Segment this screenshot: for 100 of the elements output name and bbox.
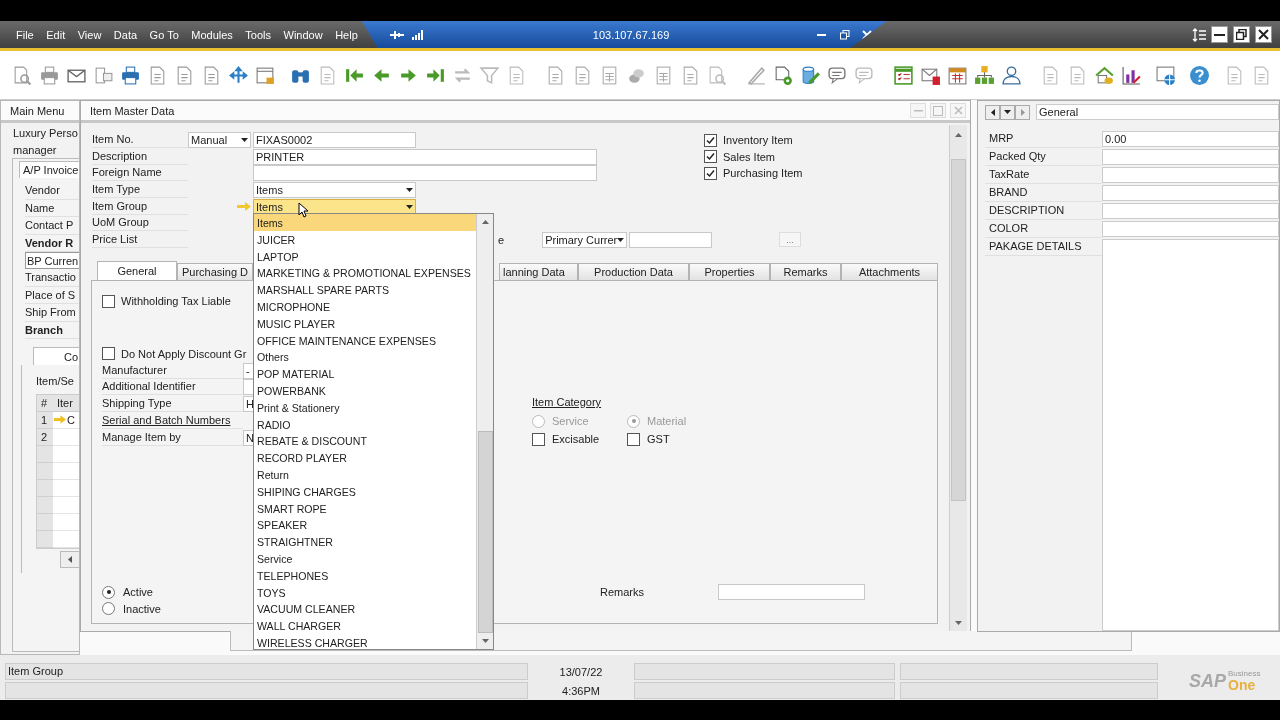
sort-lines-icon[interactable] [1192, 27, 1206, 42]
minimize-icon[interactable] [817, 33, 827, 36]
document-gear-icon[interactable] [773, 64, 794, 86]
dropdown-option[interactable]: MARKETING & PROMOTIONAL EXPENSES [254, 264, 476, 282]
series-select[interactable]: Manual [188, 132, 251, 149]
dropdown-option[interactable]: MUSIC PLAYER [254, 314, 476, 332]
field-selector[interactable]: BP Curren [25, 252, 79, 269]
tab[interactable]: Attachments [841, 263, 938, 280]
fax-icon[interactable] [120, 64, 141, 86]
dropdown-option[interactable]: Return [254, 465, 476, 483]
tab[interactable]: Production Data [578, 263, 689, 280]
checkbox[interactable] [704, 133, 717, 147]
close-icon[interactable] [862, 29, 873, 40]
menu-item[interactable]: Data [113, 28, 138, 41]
chat-icon[interactable] [854, 64, 875, 86]
tab[interactable]: Co [33, 347, 79, 366]
dropdown-option[interactable]: SMART ROPE [254, 499, 476, 517]
maximize-button[interactable] [930, 103, 946, 118]
minimize-button[interactable] [1211, 26, 1228, 43]
pencil-icon[interactable] [746, 64, 767, 86]
dropdown-option[interactable]: Service [254, 549, 476, 567]
menu-item[interactable]: Window [283, 28, 323, 41]
link[interactable]: Serial and Batch Numbers [102, 412, 243, 429]
checkbox[interactable] [627, 432, 640, 446]
menu-item[interactable]: Modules [191, 28, 233, 41]
text-field[interactable] [1102, 149, 1279, 165]
tab[interactable]: lanning Data [499, 263, 578, 280]
dropdown-option[interactable]: WIRELESS CHARGER [254, 633, 476, 651]
checklist-icon[interactable] [893, 64, 914, 86]
menu-item[interactable]: File [16, 28, 34, 41]
move-arrows-icon[interactable] [228, 64, 249, 86]
text-field[interactable]: PRINTER [253, 148, 597, 165]
radio-button[interactable] [102, 585, 115, 599]
dropdown-option[interactable]: TELEPHONES [254, 566, 476, 584]
close-button[interactable] [1255, 26, 1272, 43]
dropdown-option[interactable]: Items [254, 214, 476, 231]
category-field[interactable]: General [1036, 104, 1279, 120]
dropdown-option[interactable]: MARSHALL SPARE PARTS [254, 281, 476, 298]
dropdown-option[interactable]: MICROPHONE [254, 298, 476, 315]
dropdown-option[interactable]: TOYS [254, 583, 476, 601]
menu-item[interactable]: Go To [149, 28, 179, 41]
pin-icon[interactable] [389, 29, 404, 40]
chat-icon[interactable] [827, 64, 848, 86]
house-coins-icon[interactable] [1094, 64, 1115, 86]
checkbox[interactable] [704, 167, 717, 180]
filter-icon[interactable] [479, 64, 500, 86]
remarks-field[interactable] [718, 584, 865, 601]
restore-button[interactable] [1233, 26, 1250, 43]
menu-item[interactable]: Help [335, 28, 358, 41]
org-chart-icon[interactable] [974, 64, 995, 86]
text-field[interactable] [1102, 221, 1279, 237]
dropdown-option[interactable]: SHIPING CHARGES [254, 482, 476, 500]
dropdown-select[interactable]: Items [253, 182, 416, 199]
previous-button[interactable] [985, 104, 1000, 120]
browser-globe-icon[interactable] [1156, 64, 1177, 86]
checkbox[interactable] [532, 432, 545, 446]
price-field[interactable] [629, 231, 713, 248]
radio-button[interactable] [102, 602, 115, 616]
menu-item[interactable]: Edit [46, 28, 66, 41]
text-field[interactable] [253, 165, 597, 182]
checkbox-label: Withholding Tax Liable [121, 295, 231, 308]
dropdown-option[interactable]: SPEAKER [254, 516, 476, 534]
tab[interactable]: Properties [689, 263, 770, 280]
dropdown-option[interactable]: RECORD PLAYER [254, 449, 476, 466]
checkbox[interactable] [102, 347, 115, 361]
scroll-left-button[interactable] [60, 550, 79, 568]
text-field[interactable] [1102, 167, 1279, 183]
chart-icon[interactable] [1121, 64, 1142, 86]
menu-item[interactable]: View [77, 28, 102, 41]
dropdown-option[interactable]: OFFICE MAINTENANCE EXPENSES [254, 331, 476, 349]
checkbox[interactable] [704, 150, 717, 164]
window-tab[interactable]: A/P Invoice [19, 161, 79, 178]
menu-item[interactable]: Tools [245, 28, 272, 41]
item-number-field[interactable]: FIXAS0002 [253, 132, 416, 149]
text-field[interactable] [1102, 185, 1279, 201]
text-field[interactable]: 0.00 [1102, 131, 1279, 147]
dropdown-option[interactable]: JUICER [254, 230, 476, 248]
help-icon[interactable] [1189, 64, 1210, 86]
zoom-document-icon[interactable] [707, 64, 728, 86]
scrollbar[interactable] [476, 214, 493, 649]
text-field[interactable] [1102, 203, 1279, 219]
dropdown-option[interactable]: WALL CHARGER [254, 617, 476, 634]
scrollbar[interactable] [949, 125, 967, 631]
tab[interactable]: Purchasing D [177, 263, 253, 280]
dropdown-select[interactable]: Items [253, 198, 416, 215]
tab[interactable]: General [97, 261, 177, 280]
tab[interactable]: Remarks [770, 263, 841, 280]
user-icon[interactable] [1001, 64, 1022, 86]
more-button[interactable]: ... [779, 232, 802, 248]
printer-icon[interactable] [39, 64, 60, 86]
currency-select[interactable]: Primary Currer [542, 231, 628, 248]
dropdown-option[interactable]: VACUUM CLEANER [254, 600, 476, 618]
dropdown-option[interactable]: POWERBANK [254, 381, 476, 399]
category-dropdown-button[interactable] [1000, 104, 1015, 120]
database-wrench-icon[interactable] [800, 64, 821, 86]
checkbox[interactable] [102, 294, 115, 308]
preview-icon[interactable] [12, 64, 33, 86]
restore-icon[interactable] [840, 29, 851, 40]
dropdown-option[interactable]: LAPTOP [254, 247, 476, 265]
dropdown-option[interactable]: STRAIGHTNER [254, 533, 476, 550]
